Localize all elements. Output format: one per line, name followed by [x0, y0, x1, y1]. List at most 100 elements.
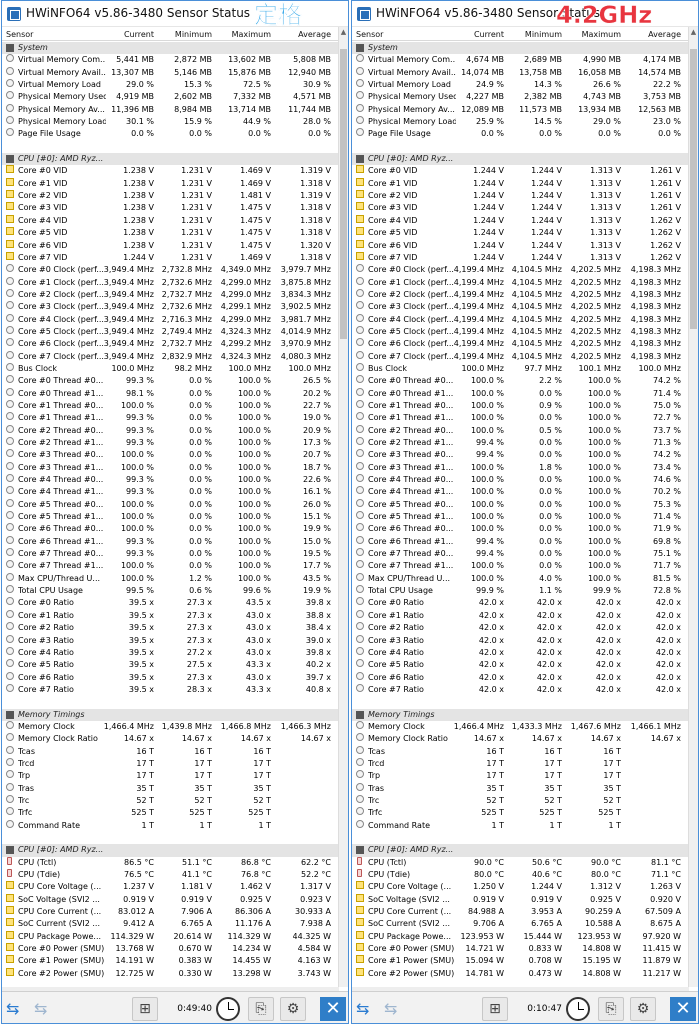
table-header[interactable]: Sensor Current Minimum Maximum Average [352, 27, 689, 41]
export-icon[interactable]: ⎘ [598, 997, 624, 1021]
sensor-row[interactable]: Trcd 17 T 17 T 17 T [2, 757, 339, 770]
sensor-row[interactable]: Total CPU Usage 99.5 % 0.6 % 99.6 % 19.9 % [2, 585, 339, 597]
sensor-row[interactable]: CPU Package Powe... 114.329 W 20.614 W 114.… [2, 930, 339, 943]
sensor-row[interactable]: Core #0 Thread #1... 100.0 % 0.0 % 100.0 % 7… [352, 387, 689, 400]
sensor-row[interactable]: Core #3 Thread #1... 100.0 % 0.0 % 100.0 % 1… [2, 461, 339, 474]
sensor-row[interactable]: Tcas 16 T 16 T 16 T [352, 745, 689, 758]
sensor-group-header[interactable]: CPU [#0]: AMD Ryz... [352, 844, 689, 857]
sensor-group-header[interactable]: CPU [#0]: AMD Ryz... [352, 153, 689, 166]
scroll-up-icon[interactable]: ▲ [339, 27, 348, 37]
sensor-row[interactable]: Core #0 Power (SMU) 13.768 W 0.670 W 14.234… [2, 943, 339, 955]
sensor-row[interactable]: Core #7 Ratio 42.0 x 42.0 x 42.0 x 42.0 x [352, 683, 689, 696]
sensor-row[interactable]: Command Rate 1 T 1 T 1 T [2, 819, 339, 832]
sensor-row[interactable]: Core #7 Ratio 39.5 x 28.3 x 43.3 x 40.8 x [2, 683, 339, 696]
sensor-row[interactable]: Core #3 Ratio 39.5 x 27.3 x 43.0 x 39.0 x [2, 634, 339, 647]
sensor-row[interactable]: Core #4 Thread #1... 99.3 % 0.0 % 100.0 % 16… [2, 486, 339, 498]
sensor-row[interactable]: Core #7 Clock (perf... 3,949.4 MHz 2,832.9… [2, 350, 339, 363]
sensor-row[interactable]: Core #6 Ratio 42.0 x 42.0 x 42.0 x 42.0 x [352, 671, 689, 684]
sensor-row[interactable]: CPU Core Voltage (... 1.237 V 1.181 V 1.462… [2, 881, 339, 893]
sensor-row[interactable]: Core #5 Ratio 42.0 x 42.0 x 42.0 x 42.0 x [352, 659, 689, 671]
sensor-row[interactable]: Core #0 Thread #0... 99.3 % 0.0 % 100.0 % 26… [2, 375, 339, 387]
sensor-row[interactable]: Core #2 Ratio 39.5 x 27.3 x 43.0 x 38.4 x [2, 622, 339, 634]
clock-icon[interactable] [566, 997, 590, 1021]
network-icon[interactable]: ⊞ [482, 997, 508, 1021]
sensor-row[interactable]: Core #0 Power (SMU) 14.721 W 0.833 W 14.808… [352, 943, 689, 955]
network-icon[interactable]: ⊞ [132, 997, 158, 1021]
sensor-row[interactable]: Core #1 Thread #0... 100.0 % 0.0 % 100.0 % 2… [2, 399, 339, 412]
sensor-row[interactable]: Core #3 Clock (perf... 3,949.4 MHz 2,732.6… [2, 301, 339, 313]
sensor-row[interactable]: Trc 52 T 52 T 52 T [2, 794, 339, 807]
sensor-row[interactable]: Core #1 Clock (perf... 3,949.4 MHz 2,732.6… [2, 276, 339, 289]
sensor-row[interactable]: CPU (Tdie) 76.5 °C 41.1 °C 76.8 °C 52.2 °C [2, 869, 339, 881]
col-average[interactable]: Average [298, 30, 331, 39]
sensor-row[interactable]: Core #5 VID 1.244 V 1.244 V 1.313 V 1.262 V [352, 227, 689, 239]
sensor-row[interactable]: Core #0 Clock (perf... 3,949.4 MHz 2,732.8… [2, 264, 339, 276]
table-header[interactable]: Sensor Current Minimum Maximum Average [2, 27, 339, 41]
sensor-row[interactable]: Trp 17 T 17 T 17 T [352, 770, 689, 782]
sensor-row[interactable]: Core #1 Thread #1... 99.3 % 0.0 % 100.0 % 19… [2, 412, 339, 424]
col-maximum[interactable]: Maximum [232, 30, 271, 39]
sensor-row[interactable]: Core #4 Thread #0... 100.0 % 0.0 % 100.0 % 7… [352, 474, 689, 486]
sensor-row[interactable]: Memory Clock 1,466.4 MHz 1,439.8 MHz 1,466.… [2, 720, 339, 733]
sensor-row[interactable]: Core #0 Clock (perf... 4,199.4 MHz 4,104.5… [352, 264, 689, 276]
sensor-row[interactable]: Total CPU Usage 99.9 % 1.1 % 99.9 % 72.8 % [352, 585, 689, 597]
scrollbar-thumb[interactable] [340, 49, 347, 339]
sensor-row[interactable]: Virtual Memory Load 29.0 % 15.3 % 72.5 % 30.… [2, 79, 339, 91]
sensor-row[interactable]: Core #7 Thread #1... 100.0 % 0.0 % 100.0 % 1… [2, 560, 339, 572]
export-icon[interactable]: ⎘ [248, 997, 274, 1021]
sensor-row[interactable]: Core #2 Clock (perf... 3,949.4 MHz 2,732.7… [2, 288, 339, 301]
sensor-row[interactable]: Core #7 VID 1.244 V 1.231 V 1.469 V 1.318 V [2, 251, 339, 264]
sensor-row[interactable]: Core #2 Thread #1... 99.3 % 0.0 % 100.0 % 17… [2, 437, 339, 449]
sensor-row[interactable]: CPU (Tdie) 80.0 °C 40.6 °C 80.0 °C 71.1 °C [352, 869, 689, 881]
sensor-row[interactable]: Bus Clock 100.0 MHz 98.2 MHz 100.0 MHz 100.0… [2, 362, 339, 375]
sensor-row[interactable]: Trfc 525 T 525 T 525 T [352, 807, 689, 819]
nav-left-right-arrows-icon[interactable]: ⇆ [6, 997, 26, 1021]
sensor-row[interactable]: Core #6 Clock (perf... 4,199.4 MHz 4,104.5… [352, 338, 689, 350]
col-current[interactable]: Current [474, 30, 504, 39]
sensor-row[interactable]: SoC Voltage (SVI2 ... 0.919 V 0.919 V 0.925… [352, 893, 689, 906]
sensor-row[interactable]: Core #6 Ratio 39.5 x 27.3 x 43.0 x 39.7 x [2, 671, 339, 684]
nav-left-right-arrows-icon[interactable]: ⇆ [356, 997, 376, 1021]
sensor-row[interactable]: Core #6 Thread #1... 99.4 % 0.0 % 100.0 % 69… [352, 535, 689, 548]
sensor-row[interactable]: Core #2 Thread #0... 99.3 % 0.0 % 100.0 % 20… [2, 424, 339, 437]
sensor-row[interactable]: Core #4 Thread #0... 99.3 % 0.0 % 100.0 % 22… [2, 474, 339, 486]
sensor-row[interactable]: Core #0 VID 1.244 V 1.244 V 1.313 V 1.261 V [352, 165, 689, 177]
vertical-scrollbar[interactable]: ▲ [688, 27, 698, 987]
sensor-row[interactable]: Core #3 VID 1.244 V 1.244 V 1.313 V 1.261 V [352, 202, 689, 214]
sensor-row[interactable]: Core #1 Power (SMU) 14.191 W 0.383 W 14.455… [2, 955, 339, 967]
sensor-row[interactable]: Max CPU/Thread U... 100.0 % 4.0 % 100.0 % 81… [352, 572, 689, 585]
sensor-row[interactable]: Virtual Memory Avail... 14,074 MB 13,758 M… [352, 66, 689, 79]
title-bar[interactable]: HWiNFO64 v5.86-3480 Sensor Status 4.2GHz [352, 1, 698, 29]
sensor-row[interactable]: Physical Memory Used 4,919 MB 2,602 MB 7,33… [2, 91, 339, 103]
sensor-row[interactable]: Physical Memory Used 4,227 MB 2,382 MB 4,74… [352, 91, 689, 103]
col-maximum[interactable]: Maximum [582, 30, 621, 39]
sensor-row[interactable]: Core #2 VID 1.238 V 1.231 V 1.481 V 1.319 V [2, 190, 339, 202]
col-current[interactable]: Current [124, 30, 154, 39]
sensor-row[interactable]: Core #5 Thread #0... 100.0 % 0.0 % 100.0 % 7… [352, 498, 689, 511]
sensor-row[interactable]: Virtual Memory Load 24.9 % 14.3 % 26.6 % 22.… [352, 79, 689, 91]
sensor-row[interactable]: Core #4 Clock (perf... 4,199.4 MHz 4,104.5… [352, 313, 689, 326]
sensor-row[interactable]: Max CPU/Thread U... 100.0 % 1.2 % 100.0 % 43… [2, 572, 339, 585]
col-minimum[interactable]: Minimum [175, 30, 212, 39]
sensor-row[interactable]: Core #6 Thread #0... 100.0 % 0.0 % 100.0 % 1… [2, 523, 339, 535]
sensor-row[interactable]: Core #4 VID 1.244 V 1.244 V 1.313 V 1.262 V [352, 214, 689, 227]
sensor-row[interactable]: Core #3 Thread #1... 100.0 % 1.8 % 100.0 % 7… [352, 461, 689, 474]
sensor-row[interactable]: Command Rate 1 T 1 T 1 T [352, 819, 689, 832]
col-average[interactable]: Average [648, 30, 681, 39]
sensor-row[interactable]: Core #0 Ratio 39.5 x 27.3 x 43.5 x 39.8 x [2, 597, 339, 609]
vertical-scrollbar[interactable]: ▲ [338, 27, 348, 987]
settings-gear-icon[interactable]: ⚙ [630, 997, 656, 1021]
sensor-row[interactable]: Trcd 17 T 17 T 17 T [352, 757, 689, 770]
sensor-row[interactable]: Core #6 Thread #0... 100.0 % 0.0 % 100.0 % 7… [352, 523, 689, 535]
sensor-row[interactable]: Core #2 Power (SMU) 12.725 W 0.330 W 13.298… [2, 967, 339, 980]
sensor-row[interactable]: Trc 52 T 52 T 52 T [352, 794, 689, 807]
sensor-row[interactable]: Core #4 Thread #1... 100.0 % 0.0 % 100.0 % 7… [352, 486, 689, 498]
sensor-row[interactable]: Core #2 Thread #0... 100.0 % 0.5 % 100.0 % 7… [352, 424, 689, 437]
sensor-row[interactable]: Core #2 VID 1.244 V 1.244 V 1.313 V 1.261 V [352, 190, 689, 202]
sensor-row[interactable]: Tras 35 T 35 T 35 T [2, 782, 339, 795]
sensor-row[interactable]: Page File Usage 0.0 % 0.0 % 0.0 % 0.0 % [352, 128, 689, 140]
col-sensor[interactable]: Sensor [356, 30, 383, 39]
sensor-row[interactable]: Core #3 VID 1.238 V 1.231 V 1.475 V 1.318 V [2, 202, 339, 214]
sensor-row[interactable]: Core #1 Thread #0... 100.0 % 0.9 % 100.0 % 7… [352, 399, 689, 412]
clock-icon[interactable] [216, 997, 240, 1021]
